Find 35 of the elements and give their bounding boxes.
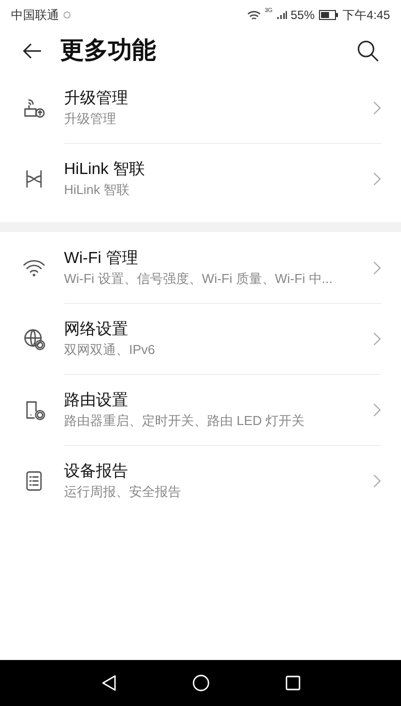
battery-percent: 55% (290, 7, 315, 24)
search-button[interactable] (355, 38, 381, 64)
notification-icon (63, 11, 71, 19)
item-title: HiLink 智联 (64, 160, 146, 180)
menu-item[interactable]: 设备报告 运行周报、安全报告 (0, 445, 401, 516)
carrier-name: 中国联通 (11, 7, 59, 24)
menu-item[interactable]: Wi-Fi 管理 Wi-Fi 设置、信号强度、Wi-Fi 质量、Wi-Fi 中... (0, 232, 401, 303)
menu-item[interactable]: HiLink 智联 HiLink 智联 (0, 143, 401, 214)
item-title: 升级管理 (64, 88, 129, 108)
chevron-icon (373, 474, 381, 488)
item-subtitle: HiLink 智联 (64, 181, 131, 199)
chevron-icon (373, 403, 381, 417)
nav-home-button[interactable] (190, 673, 210, 693)
item-title: 设备报告 (64, 462, 129, 482)
page-title: 更多功能 (60, 36, 157, 66)
chevron-icon (373, 100, 381, 114)
item-title: 路由设置 (64, 390, 129, 411)
wifi-status-icon (246, 10, 261, 20)
item-title: Wi-Fi 管理 (64, 248, 139, 268)
item-subtitle: 升级管理 (64, 110, 117, 128)
clock: 下午4:45 (342, 7, 390, 24)
menu-item[interactable]: 路由设置 路由器重启、定时开关、路由 LED 灯开关 (0, 374, 401, 445)
item-subtitle: 路由器重启、定时开关、路由 LED 灯开关 (64, 412, 306, 430)
battery-icon (318, 10, 339, 20)
chevron-icon (373, 332, 381, 346)
item-subtitle: Wi-Fi 设置、信号强度、Wi-Fi 质量、Wi-Fi 中... (64, 270, 334, 288)
menu-item[interactable]: 升级管理 升级管理 (0, 72, 401, 143)
item-subtitle: 双网双通、IPv6 (64, 341, 156, 359)
globe-gear-icon (22, 326, 46, 350)
signal-icon (276, 10, 287, 20)
item-title: 网络设置 (64, 320, 129, 340)
chevron-icon (373, 172, 381, 186)
menu-item[interactable]: 网络设置 双网双通、IPv6 (0, 303, 401, 374)
item-subtitle: 运行周报、安全报告 (64, 483, 182, 501)
chevron-icon (373, 260, 381, 274)
